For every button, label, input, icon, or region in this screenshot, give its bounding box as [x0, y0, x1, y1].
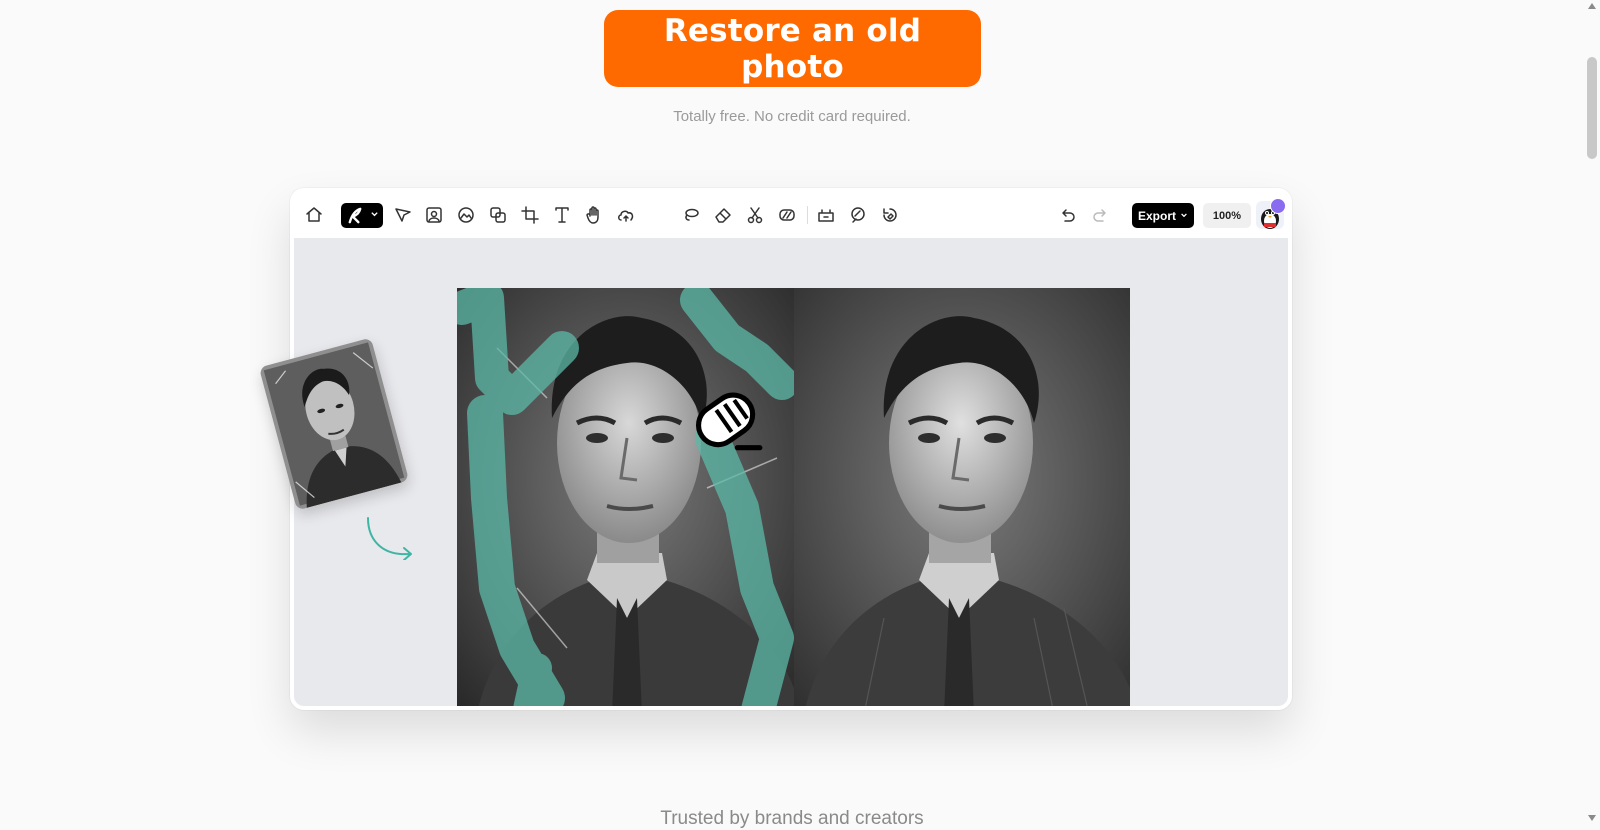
brush-icon: [348, 207, 362, 224]
hand-icon[interactable]: [583, 204, 605, 226]
editor-preview: Export 100%: [290, 188, 1292, 710]
export-label: Export: [1138, 208, 1177, 223]
cut-object-icon[interactable]: [815, 204, 837, 226]
image-frame-icon[interactable]: [423, 204, 445, 226]
curved-arrow-icon: [367, 517, 412, 560]
scissors-icon[interactable]: [744, 204, 766, 226]
chevron-down-icon: [1181, 213, 1187, 218]
zoom-level[interactable]: 100%: [1203, 203, 1251, 228]
restore-photo-button[interactable]: Restore an old photo: [604, 10, 981, 87]
export-button[interactable]: Export: [1132, 203, 1194, 228]
premium-diamond-icon: [1270, 198, 1286, 214]
lasso-icon[interactable]: [680, 204, 702, 226]
editor-canvas: [294, 238, 1288, 706]
photo-before: [457, 288, 794, 706]
scroll-up-arrow-icon[interactable]: [1588, 3, 1596, 9]
crop-icon[interactable]: [519, 204, 541, 226]
undo-icon[interactable]: [1057, 204, 1079, 226]
redo-icon[interactable]: [1089, 204, 1111, 226]
upload-cloud-icon[interactable]: [615, 204, 637, 226]
magic-brush-icon[interactable]: [847, 204, 869, 226]
trusted-by-heading: Trusted by brands and creators: [660, 808, 924, 829]
scroll-thumb[interactable]: [1587, 57, 1597, 159]
mask-icon[interactable]: [776, 204, 798, 226]
palette-icon[interactable]: [455, 204, 477, 226]
chevron-down-icon: [371, 212, 378, 217]
home-icon[interactable]: [303, 204, 325, 226]
scrollbar[interactable]: [1584, 0, 1600, 824]
layers-icon[interactable]: [487, 204, 509, 226]
scroll-down-arrow-icon[interactable]: [1588, 815, 1596, 821]
pointer-icon[interactable]: [392, 204, 414, 226]
ai-edit-icon[interactable]: [879, 204, 901, 226]
brush-tool-dropdown[interactable]: [341, 203, 383, 228]
eraser-icon[interactable]: [712, 204, 734, 226]
text-icon[interactable]: [551, 204, 573, 226]
subtitle: Totally free. No credit card required.: [673, 108, 911, 125]
editor-toolbar: Export 100%: [294, 192, 1288, 238]
eraser-cursor-icon: [695, 392, 763, 451]
photo-after: [794, 288, 1130, 706]
